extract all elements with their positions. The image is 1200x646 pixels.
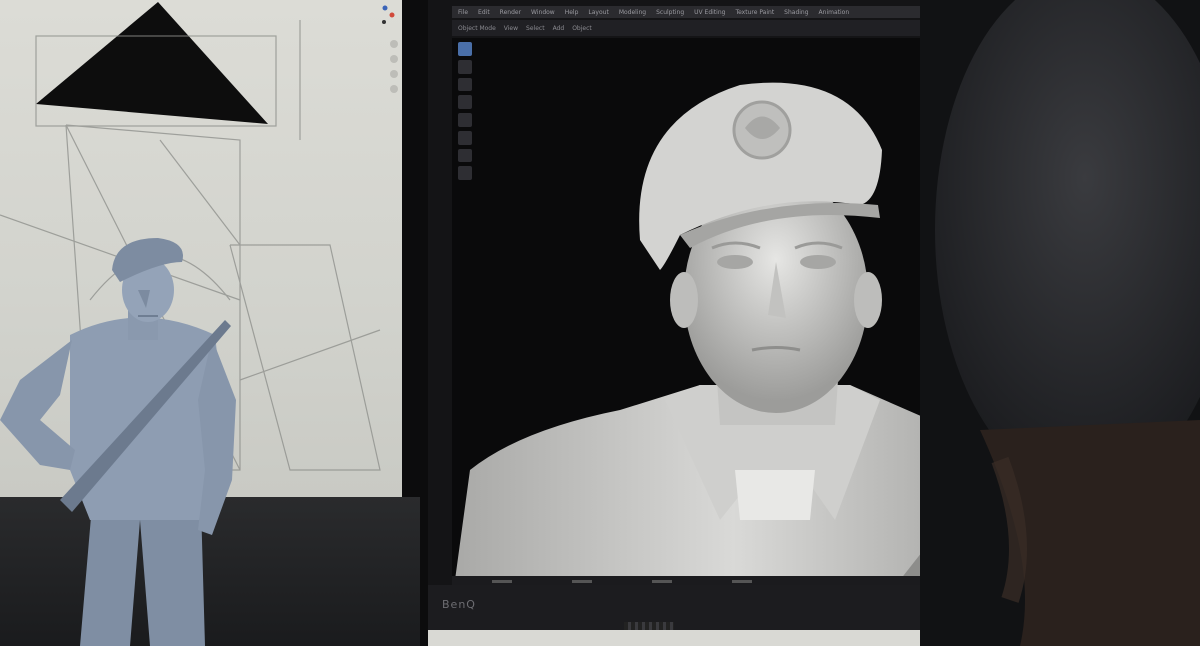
menu-item[interactable]: Edit [478, 9, 490, 16]
menu-item[interactable]: Animation [819, 9, 850, 16]
cursor-tool-icon[interactable] [458, 59, 472, 74]
menu-item[interactable]: Texture Paint [735, 9, 774, 16]
measure-tool-icon[interactable] [458, 166, 472, 180]
whiteboard-sketch [0, 2, 398, 646]
viewport-header: Object Mode View Select Add Object [452, 20, 942, 36]
tool-shelf [456, 42, 474, 180]
object-menu[interactable]: Object [572, 25, 592, 32]
menu-item[interactable]: Render [500, 9, 521, 16]
monitor-brand-logo: BenQ [442, 598, 476, 611]
photo-scene: File Edit Render Window Help Layout Mode… [0, 0, 1200, 646]
add-menu[interactable]: Add [553, 25, 565, 32]
menu-item[interactable]: Window [531, 9, 555, 16]
select-tool-icon[interactable] [458, 42, 472, 56]
rotate-tool-icon[interactable] [458, 95, 472, 109]
select-menu[interactable]: Select [526, 25, 545, 32]
menu-item[interactable]: Shading [784, 9, 808, 16]
annotate-tool-icon[interactable] [458, 148, 472, 163]
menu-item[interactable]: UV Editing [694, 9, 725, 16]
menu-item[interactable]: Sculpting [656, 9, 684, 16]
menu-item[interactable]: File [458, 9, 468, 16]
transform-tool-icon[interactable] [458, 130, 472, 145]
menu-item[interactable]: Layout [588, 9, 608, 16]
software-menubar: File Edit Render Window Help Layout Mode… [452, 6, 942, 18]
black-triangle [36, 2, 268, 124]
person-back-of-head [920, 0, 1200, 646]
view-menu[interactable]: View [504, 25, 518, 32]
mode-dropdown[interactable]: Object Mode [458, 25, 496, 32]
menu-item[interactable]: Modeling [619, 9, 646, 16]
scale-tool-icon[interactable] [458, 113, 472, 127]
soldier-figure [0, 238, 236, 646]
move-tool-icon[interactable] [458, 77, 472, 92]
monitor-chin [428, 585, 950, 630]
menu-item[interactable]: Help [565, 9, 579, 16]
